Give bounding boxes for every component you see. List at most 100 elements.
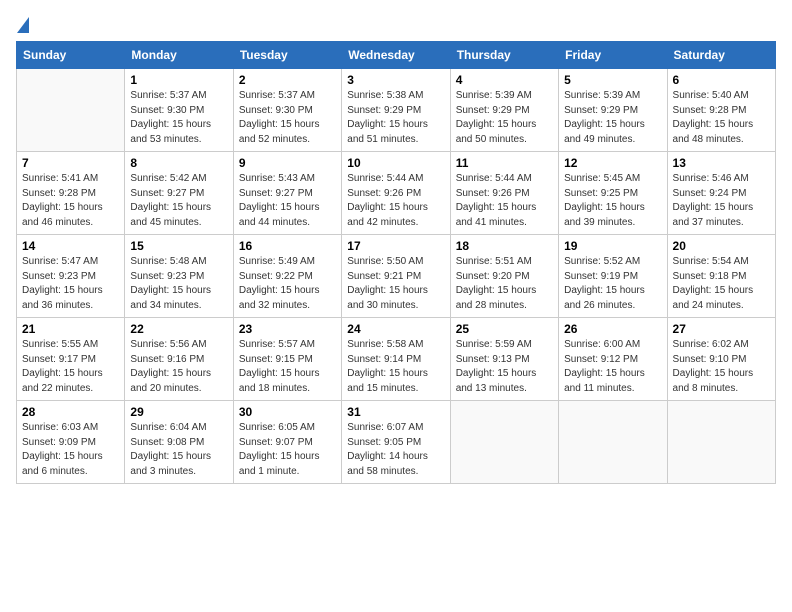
day-number: 28 xyxy=(22,405,119,419)
calendar-cell-w4d3: 23 Sunrise: 5:57 AM Sunset: 9:15 PM Dayli… xyxy=(233,318,341,401)
calendar-cell-w2d2: 8 Sunrise: 5:42 AM Sunset: 9:27 PM Daylig… xyxy=(125,152,233,235)
page-header xyxy=(16,16,776,33)
day-number: 24 xyxy=(347,322,444,336)
calendar-header-wednesday: Wednesday xyxy=(342,42,450,69)
calendar-cell-w3d1: 14 Sunrise: 5:47 AM Sunset: 9:23 PM Dayli… xyxy=(17,235,125,318)
calendar-cell-w4d2: 22Sunrise: 5:56 AM Sunset: 9:16 PM Dayli… xyxy=(125,318,233,401)
cell-info: Sunrise: 5:59 AM Sunset: 9:13 PM Dayligh… xyxy=(456,338,553,396)
day-number: 30 xyxy=(239,405,336,419)
logo-blue xyxy=(16,16,29,33)
calendar-cell-w3d5: 18 Sunrise: 5:51 AM Sunset: 9:20 PM Dayli… xyxy=(450,235,558,318)
cell-info: Sunrise: 5:52 AM Sunset: 9:19 PM Dayligh… xyxy=(564,255,661,313)
calendar-cell-w1d7: 6 Sunrise: 5:40 AM Sunset: 9:28 PM Daylig… xyxy=(667,69,775,152)
day-number: 9 xyxy=(239,156,336,170)
cell-info: Sunrise: 5:57 AM Sunset: 9:15 PM Dayligh… xyxy=(239,338,336,396)
cell-info: Sunrise: 5:54 AM Sunset: 9:18 PM Dayligh… xyxy=(673,255,770,313)
calendar-cell-w3d3: 16Sunrise: 5:49 AM Sunset: 9:22 PM Dayli… xyxy=(233,235,341,318)
cell-info: Sunrise: 5:39 AM Sunset: 9:29 PM Dayligh… xyxy=(564,89,661,147)
day-number: 21 xyxy=(22,322,119,336)
calendar-cell-w1d5: 4 Sunrise: 5:39 AM Sunset: 9:29 PM Daylig… xyxy=(450,69,558,152)
cell-info: Sunrise: 5:39 AM Sunset: 9:29 PM Dayligh… xyxy=(456,89,553,147)
cell-info: Sunrise: 5:55 AM Sunset: 9:17 PM Dayligh… xyxy=(22,338,119,396)
cell-info: Sunrise: 6:00 AM Sunset: 9:12 PM Dayligh… xyxy=(564,338,661,396)
day-number: 17 xyxy=(347,239,444,253)
cell-info: Sunrise: 5:51 AM Sunset: 9:20 PM Dayligh… xyxy=(456,255,553,313)
calendar-cell-w5d5 xyxy=(450,401,558,484)
calendar-cell-w3d4: 17 Sunrise: 5:50 AM Sunset: 9:21 PM Dayli… xyxy=(342,235,450,318)
cell-info: Sunrise: 5:44 AM Sunset: 9:26 PM Dayligh… xyxy=(456,172,553,230)
day-number: 8 xyxy=(130,156,227,170)
calendar-cell-w5d2: 29Sunrise: 6:04 AM Sunset: 9:08 PM Dayli… xyxy=(125,401,233,484)
calendar-week-5: 28Sunrise: 6:03 AM Sunset: 9:09 PM Dayli… xyxy=(17,401,776,484)
calendar-cell-w1d6: 5 Sunrise: 5:39 AM Sunset: 9:29 PM Daylig… xyxy=(559,69,667,152)
calendar-cell-w5d7 xyxy=(667,401,775,484)
day-number: 6 xyxy=(673,73,770,87)
day-number: 11 xyxy=(456,156,553,170)
day-number: 18 xyxy=(456,239,553,253)
calendar-cell-w1d1 xyxy=(17,69,125,152)
calendar-cell-w2d1: 7 Sunrise: 5:41 AM Sunset: 9:28 PM Daylig… xyxy=(17,152,125,235)
cell-info: Sunrise: 5:49 AM Sunset: 9:22 PM Dayligh… xyxy=(239,255,336,313)
cell-info: Sunrise: 6:04 AM Sunset: 9:08 PM Dayligh… xyxy=(130,421,227,479)
calendar-cell-w1d3: 2 Sunrise: 5:37 AM Sunset: 9:30 PM Daylig… xyxy=(233,69,341,152)
cell-info: Sunrise: 5:42 AM Sunset: 9:27 PM Dayligh… xyxy=(130,172,227,230)
day-number: 3 xyxy=(347,73,444,87)
day-number: 23 xyxy=(239,322,336,336)
cell-info: Sunrise: 5:43 AM Sunset: 9:27 PM Dayligh… xyxy=(239,172,336,230)
cell-info: Sunrise: 5:56 AM Sunset: 9:16 PM Dayligh… xyxy=(130,338,227,396)
day-number: 12 xyxy=(564,156,661,170)
cell-info: Sunrise: 5:41 AM Sunset: 9:28 PM Dayligh… xyxy=(22,172,119,230)
calendar-cell-w1d4: 3Sunrise: 5:38 AM Sunset: 9:29 PM Daylig… xyxy=(342,69,450,152)
cell-info: Sunrise: 5:48 AM Sunset: 9:23 PM Dayligh… xyxy=(130,255,227,313)
calendar-cell-w2d3: 9 Sunrise: 5:43 AM Sunset: 9:27 PM Daylig… xyxy=(233,152,341,235)
calendar-week-2: 7 Sunrise: 5:41 AM Sunset: 9:28 PM Daylig… xyxy=(17,152,776,235)
day-number: 10 xyxy=(347,156,444,170)
calendar-table: SundayMondayTuesdayWednesdayThursdayFrid… xyxy=(16,41,776,484)
calendar-cell-w5d6 xyxy=(559,401,667,484)
calendar-cell-w5d3: 30 Sunrise: 6:05 AM Sunset: 9:07 PM Dayli… xyxy=(233,401,341,484)
calendar-header-sunday: Sunday xyxy=(17,42,125,69)
calendar-cell-w4d7: 27Sunrise: 6:02 AM Sunset: 9:10 PM Dayli… xyxy=(667,318,775,401)
day-number: 5 xyxy=(564,73,661,87)
calendar-cell-w3d6: 19 Sunrise: 5:52 AM Sunset: 9:19 PM Dayli… xyxy=(559,235,667,318)
calendar-cell-w4d1: 21 Sunrise: 5:55 AM Sunset: 9:17 PM Dayli… xyxy=(17,318,125,401)
cell-info: Sunrise: 5:40 AM Sunset: 9:28 PM Dayligh… xyxy=(673,89,770,147)
day-number: 20 xyxy=(673,239,770,253)
cell-info: Sunrise: 5:50 AM Sunset: 9:21 PM Dayligh… xyxy=(347,255,444,313)
calendar-week-4: 21 Sunrise: 5:55 AM Sunset: 9:17 PM Dayli… xyxy=(17,318,776,401)
day-number: 13 xyxy=(673,156,770,170)
day-number: 7 xyxy=(22,156,119,170)
calendar-cell-w2d4: 10 Sunrise: 5:44 AM Sunset: 9:26 PM Dayli… xyxy=(342,152,450,235)
day-number: 14 xyxy=(22,239,119,253)
calendar-header-monday: Monday xyxy=(125,42,233,69)
calendar-week-1: 1 Sunrise: 5:37 AM Sunset: 9:30 PM Daylig… xyxy=(17,69,776,152)
day-number: 2 xyxy=(239,73,336,87)
calendar-header-saturday: Saturday xyxy=(667,42,775,69)
day-number: 1 xyxy=(130,73,227,87)
cell-info: Sunrise: 5:44 AM Sunset: 9:26 PM Dayligh… xyxy=(347,172,444,230)
day-number: 27 xyxy=(673,322,770,336)
calendar-cell-w4d4: 24 Sunrise: 5:58 AM Sunset: 9:14 PM Dayli… xyxy=(342,318,450,401)
cell-info: Sunrise: 5:58 AM Sunset: 9:14 PM Dayligh… xyxy=(347,338,444,396)
day-number: 19 xyxy=(564,239,661,253)
cell-info: Sunrise: 6:05 AM Sunset: 9:07 PM Dayligh… xyxy=(239,421,336,479)
calendar-cell-w5d4: 31Sunrise: 6:07 AM Sunset: 9:05 PM Dayli… xyxy=(342,401,450,484)
cell-info: Sunrise: 5:45 AM Sunset: 9:25 PM Dayligh… xyxy=(564,172,661,230)
calendar-header-friday: Friday xyxy=(559,42,667,69)
day-number: 25 xyxy=(456,322,553,336)
calendar-header-row: SundayMondayTuesdayWednesdayThursdayFrid… xyxy=(17,42,776,69)
calendar-cell-w3d7: 20 Sunrise: 5:54 AM Sunset: 9:18 PM Dayli… xyxy=(667,235,775,318)
cell-info: Sunrise: 5:46 AM Sunset: 9:24 PM Dayligh… xyxy=(673,172,770,230)
logo xyxy=(16,16,29,33)
calendar-header-thursday: Thursday xyxy=(450,42,558,69)
cell-info: Sunrise: 5:47 AM Sunset: 9:23 PM Dayligh… xyxy=(22,255,119,313)
calendar-cell-w2d7: 13 Sunrise: 5:46 AM Sunset: 9:24 PM Dayli… xyxy=(667,152,775,235)
day-number: 15 xyxy=(130,239,227,253)
cell-info: Sunrise: 5:37 AM Sunset: 9:30 PM Dayligh… xyxy=(239,89,336,147)
calendar-cell-w3d2: 15 Sunrise: 5:48 AM Sunset: 9:23 PM Dayli… xyxy=(125,235,233,318)
cell-info: Sunrise: 5:37 AM Sunset: 9:30 PM Dayligh… xyxy=(130,89,227,147)
logo-arrow-icon xyxy=(17,17,29,33)
calendar-cell-w1d2: 1 Sunrise: 5:37 AM Sunset: 9:30 PM Daylig… xyxy=(125,69,233,152)
day-number: 4 xyxy=(456,73,553,87)
calendar-cell-w4d5: 25 Sunrise: 5:59 AM Sunset: 9:13 PM Dayli… xyxy=(450,318,558,401)
